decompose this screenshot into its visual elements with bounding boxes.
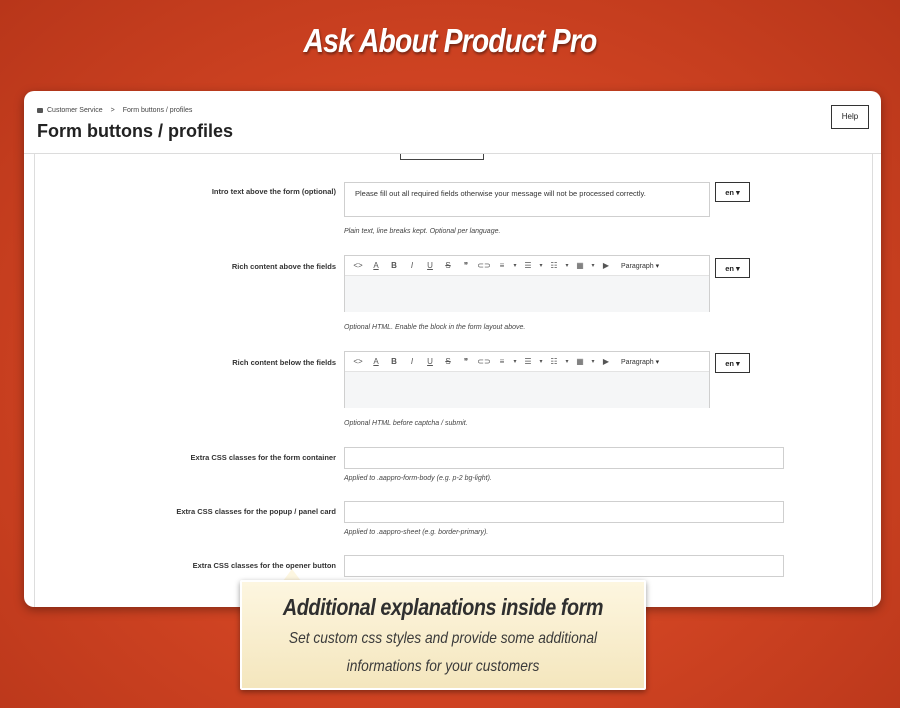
editor-toolbar: <> A B I U S ❞ ⊂⊃ ≡ ▾ ☰ ▾ ☷ ▾ ▦ ▾ ▶ Para… (345, 256, 709, 276)
rich-above-lang-dropdown[interactable]: en ▾ (715, 258, 750, 278)
callout-description: Set custom css styles and provide some a… (270, 625, 616, 681)
bullet-list-icon[interactable]: ☰ (519, 261, 537, 270)
link-icon[interactable]: ⊂⊃ (475, 261, 493, 270)
chevron-down-icon[interactable]: ▾ (563, 262, 571, 269)
editor-toolbar: <> A B I U S ❞ ⊂⊃ ≡ ▾ ☰ ▾ ☷ ▾ ▦ ▾ ▶ Para… (345, 352, 709, 372)
underline-icon[interactable]: U (421, 261, 439, 270)
code-icon[interactable]: <> (349, 357, 367, 366)
editor-body[interactable] (345, 276, 709, 312)
font-color-icon[interactable]: A (367, 261, 385, 270)
callout-line-1: Set custom css styles and provide some a… (288, 630, 598, 647)
paragraph-dropdown[interactable]: Paragraph ▾ (621, 262, 659, 270)
quote-icon[interactable]: ❞ (457, 357, 475, 366)
italic-icon[interactable]: I (403, 357, 421, 366)
rich-below-editor[interactable]: <> A B I U S ❞ ⊂⊃ ≡ ▾ ☰ ▾ ☷ ▾ ▦ ▾ ▶ Para… (344, 351, 710, 408)
paragraph-dropdown[interactable]: Paragraph ▾ (621, 358, 659, 366)
media-icon[interactable]: ▶ (597, 357, 615, 366)
breadcrumb-customer-service[interactable]: Customer Service (47, 107, 103, 114)
rich-above-hint: Optional HTML. Enable the block in the f… (344, 324, 526, 331)
css-card-hint: Applied to .aappro-sheet (e.g. border-pr… (344, 529, 489, 536)
align-icon[interactable]: ≡ (493, 357, 511, 366)
help-button[interactable]: Help (831, 105, 869, 129)
chevron-down-icon[interactable]: ▾ (563, 358, 571, 365)
table-icon[interactable]: ▦ (571, 261, 589, 270)
chevron-down-icon[interactable]: ▾ (537, 262, 545, 269)
rich-below-label: Rich content below the fields (232, 358, 336, 367)
css-container-label: Extra CSS classes for the form container (190, 453, 336, 462)
link-icon[interactable]: ⊂⊃ (475, 357, 493, 366)
css-container-input[interactable] (344, 447, 784, 469)
rich-below-lang-dropdown[interactable]: en ▾ (715, 353, 750, 373)
media-icon[interactable]: ▶ (597, 261, 615, 270)
numbered-list-icon[interactable]: ☷ (545, 357, 563, 366)
table-icon[interactable]: ▦ (571, 357, 589, 366)
previous-field-edge (400, 154, 484, 160)
chevron-down-icon[interactable]: ▾ (511, 358, 519, 365)
chevron-down-icon[interactable]: ▾ (511, 262, 519, 269)
css-opener-label: Extra CSS classes for the opener button (192, 561, 336, 570)
rich-below-hint: Optional HTML before captcha / submit. (344, 420, 468, 427)
chevron-down-icon[interactable]: ▾ (537, 358, 545, 365)
breadcrumb-separator: > (110, 107, 115, 114)
editor-body[interactable] (345, 372, 709, 408)
page-title: Form buttons / profiles (37, 121, 233, 141)
breadcrumb: Customer Service > Form buttons / profil… (37, 107, 192, 114)
admin-panel: Customer Service > Form buttons / profil… (24, 91, 881, 607)
bold-icon[interactable]: B (385, 261, 403, 270)
intro-text-label: Intro text above the form (optional) (211, 187, 336, 196)
strikethrough-icon[interactable]: S (439, 357, 457, 366)
rich-above-editor[interactable]: <> A B I U S ❞ ⊂⊃ ≡ ▾ ☰ ▾ ☷ ▾ ▦ ▾ ▶ Para… (344, 255, 710, 312)
bullet-list-icon[interactable]: ☰ (519, 357, 537, 366)
css-container-hint: Applied to .aappro-form-body (e.g. p-2 b… (344, 475, 492, 482)
strikethrough-icon[interactable]: S (439, 261, 457, 270)
form-content: Intro text above the form (optional) Ple… (34, 154, 873, 607)
underline-icon[interactable]: U (421, 357, 439, 366)
css-card-label: Extra CSS classes for the popup / panel … (176, 507, 336, 516)
feature-callout: Additional explanations inside form Set … (240, 580, 646, 690)
flag-icon (37, 108, 43, 113)
numbered-list-icon[interactable]: ☷ (545, 261, 563, 270)
bold-icon[interactable]: B (385, 357, 403, 366)
breadcrumb-current: Form buttons / profiles (122, 107, 193, 114)
callout-title: Additional explanations inside form (282, 594, 604, 620)
chevron-down-icon[interactable]: ▾ (589, 358, 597, 365)
code-icon[interactable]: <> (349, 261, 367, 270)
italic-icon[interactable]: I (403, 261, 421, 270)
intro-text-input[interactable]: Please fill out all required fields othe… (344, 182, 710, 217)
callout-line-2: informations for your customers (346, 658, 540, 675)
align-icon[interactable]: ≡ (493, 261, 511, 270)
intro-lang-dropdown[interactable]: en ▾ (715, 182, 750, 202)
chevron-down-icon[interactable]: ▾ (589, 262, 597, 269)
intro-text-hint: Plain text, line breaks kept. Optional p… (344, 228, 501, 235)
css-opener-input[interactable] (344, 555, 784, 577)
page-header: Customer Service > Form buttons / profil… (24, 91, 881, 154)
css-card-input[interactable] (344, 501, 784, 523)
font-color-icon[interactable]: A (367, 357, 385, 366)
banner-title: Ask About Product Pro (303, 22, 597, 59)
quote-icon[interactable]: ❞ (457, 261, 475, 270)
rich-above-label: Rich content above the fields (231, 262, 336, 271)
